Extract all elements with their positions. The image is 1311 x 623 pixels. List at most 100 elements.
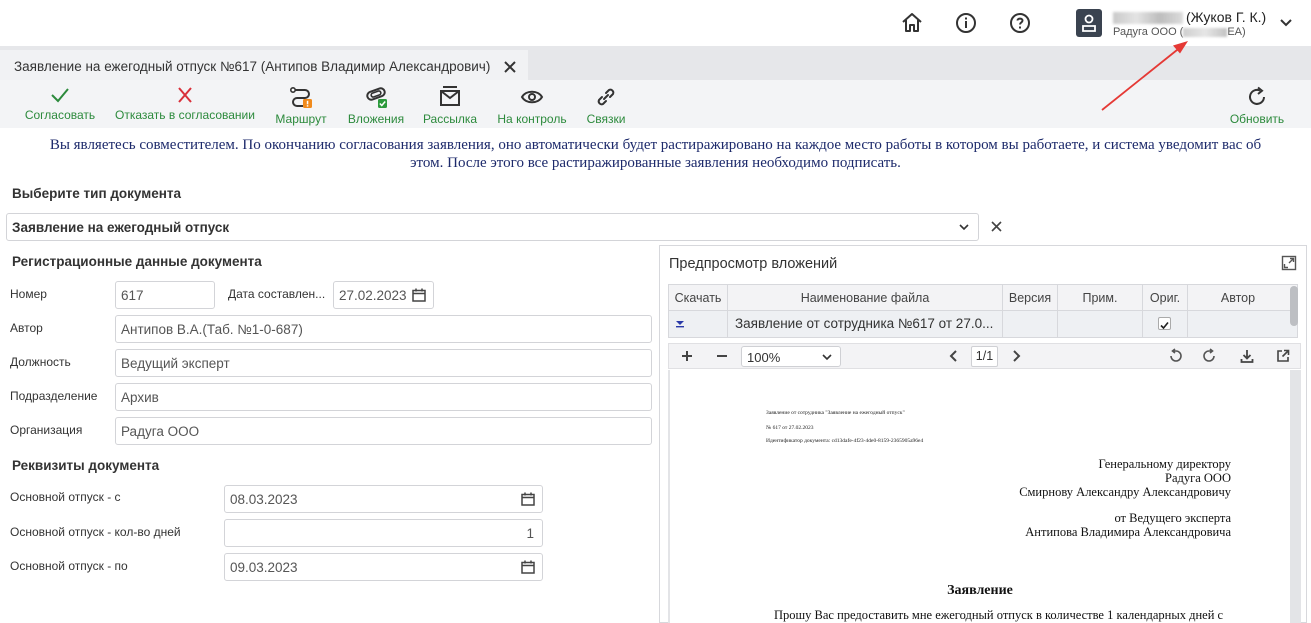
avatar[interactable] <box>1076 9 1102 37</box>
table-header: Скачать Наименование файла Версия Прим. … <box>669 285 1297 311</box>
route-button[interactable]: Маршрут <box>274 86 328 126</box>
notice-text: Вы являетесь совместителем. По окончанию… <box>49 137 1262 171</box>
position-field[interactable]: Ведущий эксперт <box>115 349 652 377</box>
mailing-button[interactable]: Рассылка <box>421 86 479 126</box>
recipient-line-3: Смирнову Александру Александровичу <box>1019 485 1231 499</box>
table-row[interactable]: Заявление от сотрудника №617 от 27.0... <box>669 311 1297 337</box>
calendar-icon[interactable] <box>521 560 535 574</box>
control-button[interactable]: На контроль <box>494 86 570 126</box>
date-label: Дата составлен... <box>228 287 326 301</box>
zoom-select[interactable]: 100% <box>741 346 841 367</box>
organization-field[interactable]: Радуга ООО <box>115 417 652 445</box>
registration-title: Регистрационные данные документа <box>12 254 262 269</box>
original-checkbox[interactable] <box>1158 317 1171 330</box>
blurred-name <box>1113 12 1183 25</box>
links-button[interactable]: Связки <box>584 86 628 126</box>
zoom-in-icon[interactable] <box>679 348 695 364</box>
blurred-org <box>1183 27 1228 37</box>
download-icon[interactable] <box>1239 348 1255 364</box>
column-author[interactable]: Автор <box>1188 291 1288 305</box>
home-icon[interactable] <box>900 11 924 35</box>
link-icon <box>597 88 615 106</box>
table-scrollbar[interactable] <box>1290 286 1298 326</box>
tab-title: Заявление на ежегодный отпуск №617 (Анти… <box>14 59 491 74</box>
doc-type-select[interactable]: Заявление на ежегодный отпуск <box>6 213 979 241</box>
pdf-viewer[interactable]: Заявление от сотрудника "Заявление на еж… <box>668 370 1301 623</box>
cross-icon <box>178 87 192 103</box>
column-file-name[interactable]: Наименование файла <box>728 291 1002 305</box>
tab-strip: Заявление на ежегодный отпуск №617 (Анти… <box>0 46 1311 80</box>
expand-icon[interactable] <box>1281 255 1297 271</box>
date-field[interactable]: 27.02.2023 <box>333 281 434 309</box>
doc-type-title: Выберите тип документа <box>12 186 182 201</box>
vacation-to-field[interactable]: 09.03.2023 <box>224 553 543 581</box>
preview-title: Предпросмотр вложений <box>669 256 838 272</box>
tab-document[interactable]: Заявление на ежегодный отпуск №617 (Анти… <box>0 48 528 80</box>
top-bar: (Жуков Г. К.) Радуга ООО (EA) <box>0 0 1311 46</box>
chevron-down-icon[interactable] <box>1278 14 1294 30</box>
page-number[interactable]: 1/1 <box>971 346 998 367</box>
clear-icon[interactable] <box>990 220 1003 233</box>
recipient-line-1: Генеральному директору <box>1098 457 1231 471</box>
route-icon <box>289 86 312 108</box>
doc-meta-title: Заявление от сотрудника "Заявление на еж… <box>766 410 905 416</box>
calendar-icon[interactable] <box>521 492 535 506</box>
check-icon <box>1160 321 1169 330</box>
vacation-to-label: Основной отпуск - по <box>10 559 128 573</box>
paperclip-icon <box>366 87 387 108</box>
organization-label: Организация <box>10 423 83 437</box>
open-external-icon[interactable] <box>1275 348 1291 364</box>
doc-meta-id: Идентификатор документа: cd13dafe-4f23-4… <box>766 438 924 444</box>
attachments-button[interactable]: Вложения <box>346 86 406 126</box>
rotate-left-icon[interactable] <box>1167 348 1183 364</box>
author-label: Автор <box>10 321 43 335</box>
calendar-icon[interactable] <box>412 288 426 302</box>
column-original[interactable]: Ориг. <box>1143 291 1187 305</box>
vacation-days-label: Основной отпуск - кол-во дней <box>10 525 181 539</box>
toolbar: Согласовать Отказать в согласовании Марш… <box>0 80 1311 128</box>
mail-icon <box>440 86 460 106</box>
reject-button[interactable]: Отказать в согласовании <box>113 86 257 122</box>
column-version[interactable]: Версия <box>1003 291 1057 305</box>
previous-page-icon[interactable] <box>946 348 962 364</box>
close-icon[interactable] <box>503 60 517 74</box>
attachments-preview-panel: Предпросмотр вложений Скачать Наименован… <box>659 245 1307 623</box>
number-label: Номер <box>10 287 47 301</box>
sender-line-1: от Ведущего эксперта <box>1114 511 1231 525</box>
vacation-days-field[interactable]: 1 <box>224 519 543 547</box>
recipient-line-2: Радуга ООО <box>1165 471 1231 485</box>
chevron-down-icon <box>822 354 832 361</box>
approve-button[interactable]: Согласовать <box>24 86 96 122</box>
doc-meta-number: № 617 от 27.02.2023 <box>766 425 814 431</box>
document-body: Прошу Вас предоставить мне ежегодный отп… <box>774 608 1224 622</box>
pdf-toolbar: 100% 1/1 <box>668 343 1301 369</box>
attachments-table: Скачать Наименование файла Версия Прим. … <box>668 284 1298 338</box>
pdf-page: Заявление от сотрудника "Заявление на еж… <box>670 370 1290 623</box>
document-heading: Заявление <box>947 583 1013 598</box>
help-icon[interactable] <box>1008 11 1032 35</box>
author-field[interactable]: Антипов В.А.(Таб. №1-0-687) <box>115 315 652 343</box>
check-icon <box>51 88 69 103</box>
vacation-from-label: Основной отпуск - с <box>10 490 121 504</box>
file-name-cell: Заявление от сотрудника №617 от 27.0... <box>735 316 994 331</box>
column-note[interactable]: Прим. <box>1058 291 1142 305</box>
refresh-icon <box>1249 86 1265 105</box>
next-page-icon[interactable] <box>1008 348 1024 364</box>
eye-icon <box>520 90 544 104</box>
number-field[interactable]: 617 <box>115 281 215 309</box>
sender-line-2: Антипова Владимира Александровича <box>1025 525 1231 539</box>
requisites-title: Реквизиты документа <box>12 458 160 473</box>
download-icon[interactable] <box>674 320 686 328</box>
user-icon <box>1082 14 1096 32</box>
rotate-right-icon[interactable] <box>1202 348 1218 364</box>
department-field[interactable]: Архив <box>115 383 652 411</box>
department-label: Подразделение <box>10 389 98 403</box>
zoom-out-icon[interactable] <box>714 348 730 364</box>
chevron-down-icon <box>959 224 969 231</box>
user-name[interactable]: (Жуков Г. К.) <box>1113 9 1266 25</box>
vacation-from-field[interactable]: 08.03.2023 <box>224 485 543 513</box>
refresh-button[interactable]: Обновить <box>1227 86 1287 126</box>
user-organization: Радуга ООО (EA) <box>1113 26 1246 38</box>
info-icon[interactable] <box>954 11 978 35</box>
column-download[interactable]: Скачать <box>669 291 727 305</box>
